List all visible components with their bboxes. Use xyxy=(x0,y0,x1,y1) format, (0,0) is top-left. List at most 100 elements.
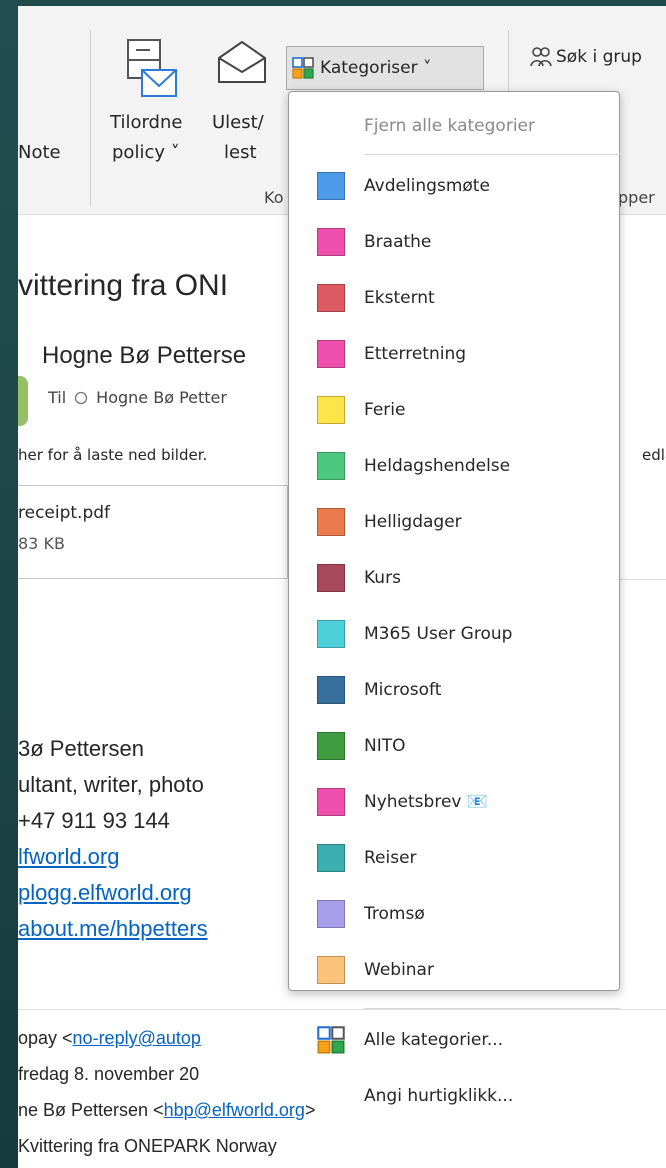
all-categories-icon xyxy=(317,1026,345,1054)
presence-icon xyxy=(75,391,88,404)
attachment-name: receipt.pdf xyxy=(18,503,111,523)
category-color-swatch xyxy=(317,228,345,256)
header-date: fredag 8. november 20 xyxy=(18,1064,200,1084)
categorize-dropdown-menu: Fjern alle kategorier Avdelingsmøte Braat… xyxy=(288,91,620,1106)
header-from: opay <no-reply@autop xyxy=(18,1028,201,1049)
read-unread-label-2: lest xyxy=(224,142,257,163)
menu-item-category[interactable]: Tromsø xyxy=(289,892,619,936)
menu-item-category-label: Helligdager xyxy=(364,512,462,532)
category-color-swatch xyxy=(317,564,345,592)
categorize-button[interactable]: Kategoriser ˅ xyxy=(286,46,484,90)
menu-item-category-label: Webinar xyxy=(364,960,434,980)
category-color-swatch xyxy=(317,340,345,368)
assign-policy-icon xyxy=(127,39,177,97)
menu-item-category-label: Kurs xyxy=(364,568,401,588)
ribbon-group-label-groups: pper xyxy=(618,188,655,207)
infobar-right-text: edla xyxy=(642,446,666,464)
email-subject: vittering fra ONI xyxy=(18,269,229,302)
menu-item-quick-click[interactable]: Angi hurtigklikk... xyxy=(289,1074,619,1118)
menu-item-category-label: Braathe xyxy=(364,232,432,252)
menu-item-category[interactable]: Avdelingsmøte xyxy=(289,164,619,208)
menu-item-category-label: Nyhetsbrev 📧 xyxy=(364,792,489,812)
menu-item-category-label: Reiser xyxy=(364,848,417,868)
people-group-icon xyxy=(530,47,552,67)
header-from-link[interactable]: no-reply@autop xyxy=(73,1028,201,1048)
category-color-swatch xyxy=(317,620,345,648)
category-color-swatch xyxy=(317,788,345,816)
avatar xyxy=(18,376,28,426)
read-unread-button[interactable] xyxy=(215,40,269,90)
search-groups-label: Søk i grup xyxy=(556,47,642,67)
menu-item-category[interactable]: Heldagshendelse xyxy=(289,444,619,488)
menu-item-quick-click-label: Angi hurtigklikk... xyxy=(364,1086,514,1106)
menu-item-category-label: Eksternt xyxy=(364,288,435,308)
signature-link-aboutme[interactable]: about.me/hbpetters xyxy=(18,916,208,942)
signature-link-website[interactable]: lfworld.org xyxy=(18,844,119,870)
desktop-background xyxy=(0,0,18,1168)
signature-link-blog[interactable]: plogg.elfworld.org xyxy=(18,880,192,906)
menu-item-category-label: NITO xyxy=(364,736,406,756)
ribbon-group-label: Ko xyxy=(264,188,284,207)
category-color-swatch xyxy=(317,172,345,200)
category-color-swatch xyxy=(317,844,345,872)
menu-item-category[interactable]: Eksternt xyxy=(289,276,619,320)
category-color-swatch xyxy=(317,508,345,536)
download-images-infobar[interactable]: her for å laste ned bilder. xyxy=(18,446,207,464)
assign-policy-label-1: Tilordne xyxy=(110,112,183,133)
menu-item-category[interactable]: Etterretning xyxy=(289,332,619,376)
menu-separator xyxy=(364,154,620,155)
header-to-prefix: ne Bø Pettersen < xyxy=(18,1100,164,1120)
header-to-link[interactable]: hbp@elfworld.org xyxy=(164,1100,305,1120)
menu-item-category[interactable]: NITO xyxy=(289,724,619,768)
menu-item-category[interactable]: Webinar xyxy=(289,948,619,992)
menu-item-category[interactable]: M365 User Group xyxy=(289,612,619,656)
category-color-swatch xyxy=(317,676,345,704)
menu-item-category[interactable]: Helligdager xyxy=(289,500,619,544)
envelope-open-icon xyxy=(218,40,266,83)
to-prefix: Til xyxy=(48,388,67,407)
menu-item-category[interactable]: Braathe xyxy=(289,220,619,264)
category-color-swatch xyxy=(317,900,345,928)
categorize-button-label: Kategoriser ˅ xyxy=(320,58,432,78)
menu-item-category-label: Etterretning xyxy=(364,344,467,364)
category-color-swatch xyxy=(317,284,345,312)
header-subject: Kvittering fra ONEPARK Norway xyxy=(18,1136,277,1156)
assign-policy-label-2: policy ˅ xyxy=(112,142,180,163)
sender-name[interactable]: Hogne Bø Petterse xyxy=(42,342,246,370)
header-from-prefix: opay < xyxy=(18,1028,73,1048)
categorize-icon xyxy=(292,57,314,79)
recipient-name[interactable]: Hogne Bø Petter xyxy=(96,388,227,407)
menu-item-category[interactable]: Nyhetsbrev 📧 xyxy=(289,780,619,824)
category-color-swatch xyxy=(317,452,345,480)
menu-item-category-label: M365 User Group xyxy=(364,624,513,644)
menu-item-all-categories[interactable]: Alle kategorier... xyxy=(289,1018,619,1062)
recipient-line: Til Hogne Bø Petter xyxy=(48,388,227,407)
category-color-swatch xyxy=(317,732,345,760)
menu-item-category[interactable]: Kurs xyxy=(289,556,619,600)
attachment-size: 83 KB xyxy=(18,534,65,553)
category-color-swatch xyxy=(317,956,345,984)
signature-title: ultant, writer, photo xyxy=(18,772,204,797)
header-to: ne Bø Pettersen <hbp@elfworld.org> xyxy=(18,1100,315,1121)
note-button-label[interactable]: Note xyxy=(18,142,61,164)
attachment-card[interactable] xyxy=(18,485,288,579)
menu-item-category-label: Ferie xyxy=(364,400,406,420)
menu-item-category[interactable]: Microsoft xyxy=(289,668,619,712)
category-color-swatch xyxy=(317,396,345,424)
message-divider xyxy=(18,1009,666,1010)
menu-item-category-label: Microsoft xyxy=(364,680,442,700)
search-groups-button[interactable]: Søk i grup xyxy=(530,46,642,68)
read-unread-label-1: Ulest/ xyxy=(212,112,264,133)
menu-separator xyxy=(364,1008,620,1009)
menu-item-category[interactable]: Ferie xyxy=(289,388,619,432)
menu-item-category-label: Heldagshendelse xyxy=(364,456,511,476)
menu-item-clear-all[interactable]: Fjern alle kategorier xyxy=(289,104,619,148)
signature-name: 3ø Pettersen xyxy=(18,736,144,761)
menu-item-all-categories-label: Alle kategorier... xyxy=(364,1030,504,1050)
menu-item-clear-all-label: Fjern alle kategorier xyxy=(364,116,535,136)
menu-item-category[interactable]: Reiser xyxy=(289,836,619,880)
menu-item-category-label: Tromsø xyxy=(364,904,425,924)
assign-policy-button[interactable] xyxy=(124,34,180,106)
signature-phone: +47 911 93 144 xyxy=(18,808,170,833)
menu-item-category-label: Avdelingsmøte xyxy=(364,176,490,196)
